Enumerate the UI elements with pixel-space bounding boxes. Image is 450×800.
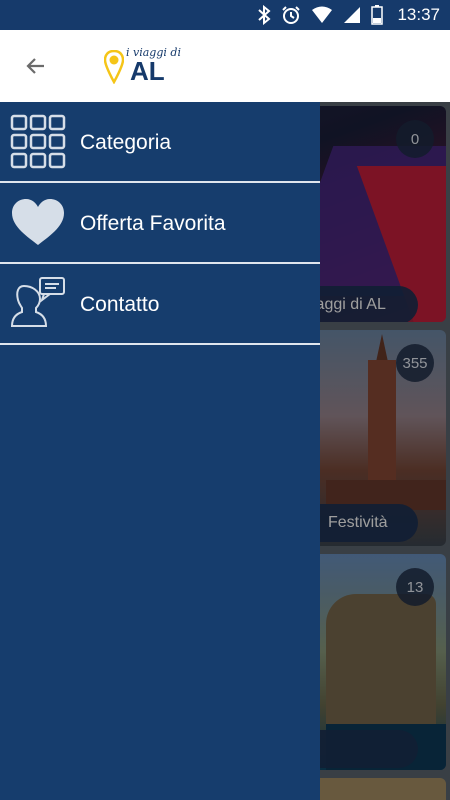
alarm-icon <box>282 6 301 24</box>
logo-big-text: AL <box>130 56 165 86</box>
grid-icon <box>10 114 66 169</box>
signal-icon <box>344 7 361 23</box>
drawer-item-contatto[interactable]: Contatto <box>0 264 320 345</box>
drawer-item-label: Categoria <box>80 130 172 154</box>
bluetooth-icon <box>258 5 271 25</box>
drawer-item-offerta-favorita[interactable]: Offerta Favorita <box>0 183 320 264</box>
drawer-item-label: Offerta Favorita <box>80 211 226 235</box>
wifi-icon <box>312 6 333 23</box>
contact-chat-icon <box>10 277 65 327</box>
status-bar: 13:37 <box>0 0 450 30</box>
battery-icon <box>371 5 384 25</box>
status-time: 13:37 <box>397 5 440 24</box>
drawer-item-label: Contatto <box>80 292 160 316</box>
navigation-drawer: Categoria Offerta Favorita Contatto <box>0 102 320 800</box>
drawer-item-categoria[interactable]: Categoria <box>0 102 320 183</box>
app-bar: i viaggi di AL <box>0 30 450 102</box>
map-pin-icon <box>104 50 124 84</box>
app-logo: i viaggi di AL <box>104 46 181 88</box>
back-button[interactable] <box>14 44 58 88</box>
arrow-left-icon <box>26 58 44 74</box>
heart-icon <box>12 199 64 245</box>
